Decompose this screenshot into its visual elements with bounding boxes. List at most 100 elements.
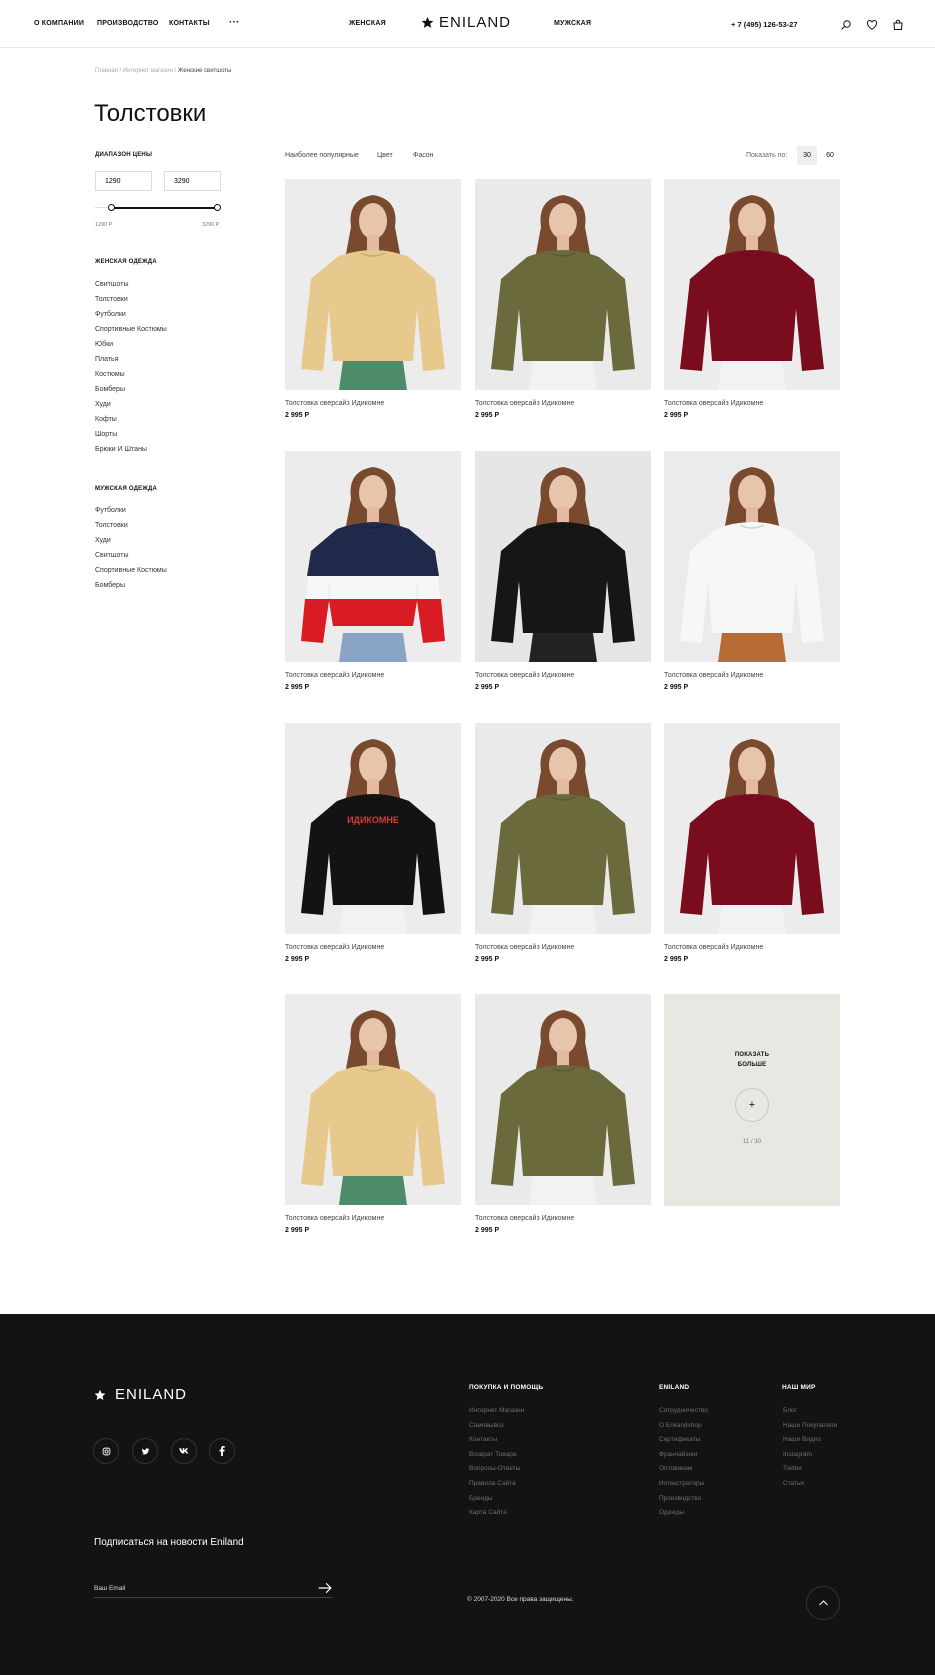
sidebar-item-women[interactable]: Футболки: [95, 307, 167, 322]
sort-popular[interactable]: Наиболее популярные: [285, 152, 359, 159]
nav-contacts[interactable]: КОНТАКТЫ: [169, 20, 210, 27]
bag-icon[interactable]: [892, 19, 904, 31]
footer-link[interactable]: Интернет Магазин: [469, 1404, 524, 1419]
price-from-input[interactable]: [95, 171, 152, 191]
footer-link[interactable]: Вопросы-Ответы: [469, 1462, 524, 1477]
product-image[interactable]: [664, 179, 840, 390]
footer-link[interactable]: Возврат Товара: [469, 1448, 524, 1463]
product-image[interactable]: [285, 994, 461, 1205]
product-name[interactable]: Толстовка оверсайз Идикомне: [285, 400, 461, 407]
footer-link[interactable]: Иллюстраторы: [659, 1477, 708, 1492]
price-slider-max-handle[interactable]: [214, 204, 221, 211]
footer-link[interactable]: Instagram: [783, 1448, 837, 1463]
footer-link[interactable]: Наши Покупатели: [783, 1419, 837, 1434]
footer-link[interactable]: Самовывоз: [469, 1419, 524, 1434]
sidebar-item-men[interactable]: Худи: [95, 533, 167, 548]
footer-link[interactable]: Правила Сайта: [469, 1477, 524, 1492]
sidebar-item-women[interactable]: Свитшоты: [95, 277, 167, 292]
sidebar-item-women[interactable]: Брюки И Штаны: [95, 442, 167, 457]
product-name[interactable]: Толстовка оверсайз Идикомне: [475, 1215, 651, 1222]
heart-icon[interactable]: [866, 19, 878, 31]
product-image[interactable]: [664, 723, 840, 934]
sidebar-item-men[interactable]: Спортивные Костюмы: [95, 563, 167, 578]
product-card[interactable]: Толстовка оверсайз Идикомне 2 995 Р: [475, 994, 651, 1234]
instagram-icon[interactable]: [93, 1438, 119, 1464]
product-image[interactable]: [475, 723, 651, 934]
product-name[interactable]: Толстовка оверсайз Идикомне: [475, 672, 651, 679]
product-name[interactable]: Толстовка оверсайз Идикомне: [664, 400, 840, 407]
sidebar-item-women[interactable]: Бомберы: [95, 382, 167, 397]
plus-icon[interactable]: +: [735, 1088, 769, 1122]
footer-link[interactable]: Twitter: [783, 1462, 837, 1477]
product-name[interactable]: Толстовка оверсайз Идикомне: [475, 400, 651, 407]
product-name[interactable]: Толстовка оверсайз Идикомне: [475, 944, 651, 951]
footer-link[interactable]: Одежды: [659, 1506, 708, 1521]
per-page-60[interactable]: 60: [820, 146, 840, 165]
twitter-icon[interactable]: [132, 1438, 158, 1464]
product-image[interactable]: [475, 451, 651, 662]
logo[interactable]: ENILAND: [421, 14, 511, 31]
product-card[interactable]: Толстовка оверсайз Идикомне 2 995 Р: [285, 451, 461, 691]
nav-production[interactable]: ПРОИЗВОДСТВО: [97, 20, 159, 27]
sidebar-item-men[interactable]: Свитшоты: [95, 548, 167, 563]
product-name[interactable]: Толстовка оверсайз Идикомне: [285, 672, 461, 679]
product-card[interactable]: ИДИКОМНЕ Толстовка оверсайз Идикомне 2 9…: [285, 723, 461, 963]
product-image[interactable]: [664, 451, 840, 662]
product-card[interactable]: Толстовка оверсайз Идикомне 2 995 Р: [664, 179, 840, 419]
sidebar-item-women[interactable]: Платья: [95, 352, 167, 367]
footer-link[interactable]: Сотрудничество: [659, 1404, 708, 1419]
product-image[interactable]: [285, 451, 461, 662]
sidebar-item-women[interactable]: Костюмы: [95, 367, 167, 382]
footer-link[interactable]: Сертификаты: [659, 1433, 708, 1448]
sidebar-item-women[interactable]: Шорты: [95, 427, 167, 442]
footer-link[interactable]: Наши Видео: [783, 1433, 837, 1448]
phone-number[interactable]: + 7 (495) 126-53-27: [731, 20, 798, 29]
more-menu-icon[interactable]: ···: [229, 17, 240, 28]
product-card[interactable]: Толстовка оверсайз Идикомне 2 995 Р: [285, 994, 461, 1234]
product-name[interactable]: Толстовка оверсайз Идикомне: [285, 944, 461, 951]
scroll-to-top-button[interactable]: [806, 1586, 840, 1620]
sidebar-item-women[interactable]: Кофты: [95, 412, 167, 427]
footer-link[interactable]: Карта Сайта: [469, 1506, 524, 1521]
footer-logo[interactable]: ENILAND: [94, 1386, 187, 1403]
footer-link[interactable]: Статьи: [783, 1477, 837, 1492]
search-icon[interactable]: [840, 19, 852, 31]
sidebar-item-men[interactable]: Толстовки: [95, 518, 167, 533]
footer-link[interactable]: О Enilandshop: [659, 1419, 708, 1434]
facebook-icon[interactable]: [209, 1438, 235, 1464]
product-card[interactable]: Толстовка оверсайз Идикомне 2 995 Р: [664, 451, 840, 691]
product-image[interactable]: ИДИКОМНЕ: [285, 723, 461, 934]
filter-color[interactable]: Цвет: [377, 152, 393, 159]
product-image[interactable]: [475, 994, 651, 1205]
footer-link[interactable]: Бренды: [469, 1492, 524, 1507]
footer-link[interactable]: Франчайзинг: [659, 1448, 708, 1463]
product-card[interactable]: Толстовка оверсайз Идикомне 2 995 Р: [664, 723, 840, 963]
arrow-right-icon[interactable]: [318, 1582, 332, 1594]
sidebar-item-women[interactable]: Юбки: [95, 337, 167, 352]
product-name[interactable]: Толстовка оверсайз Идикомне: [285, 1215, 461, 1222]
footer-link[interactable]: Блог: [783, 1404, 837, 1419]
product-image[interactable]: [285, 179, 461, 390]
sidebar-item-men[interactable]: Бомберы: [95, 578, 167, 593]
sidebar-item-men[interactable]: Футболки: [95, 503, 167, 518]
sidebar-item-women[interactable]: Толстовки: [95, 292, 167, 307]
product-image[interactable]: [475, 179, 651, 390]
breadcrumb-shop[interactable]: Интернет магазин /: [123, 68, 176, 74]
product-card[interactable]: Толстовка оверсайз Идикомне 2 995 Р: [475, 723, 651, 963]
product-name[interactable]: Толстовка оверсайз Идикомне: [664, 944, 840, 951]
sidebar-item-women[interactable]: Спортивные Костюмы: [95, 322, 167, 337]
per-page-30[interactable]: 30: [797, 146, 817, 165]
nav-women[interactable]: ЖЕНСКАЯ: [349, 20, 386, 27]
product-card[interactable]: Толстовка оверсайз Идикомне 2 995 Р: [285, 179, 461, 419]
price-slider-min-handle[interactable]: [107, 204, 115, 211]
breadcrumb-home[interactable]: Главная /: [95, 68, 121, 74]
footer-link[interactable]: Контакты: [469, 1433, 524, 1448]
footer-link[interactable]: Производство: [659, 1492, 708, 1507]
sidebar-item-women[interactable]: Худи: [95, 397, 167, 412]
nav-about[interactable]: О КОМПАНИИ: [34, 20, 84, 27]
email-field[interactable]: [94, 1580, 332, 1598]
nav-men[interactable]: МУЖСКАЯ: [554, 20, 591, 27]
product-card[interactable]: Толстовка оверсайз Идикомне 2 995 Р: [475, 451, 651, 691]
show-more-button[interactable]: ПОКАЗАТЬ БОЛЬШЕ + 11 / 30: [664, 994, 840, 1206]
filter-style[interactable]: Фасон: [413, 152, 434, 159]
